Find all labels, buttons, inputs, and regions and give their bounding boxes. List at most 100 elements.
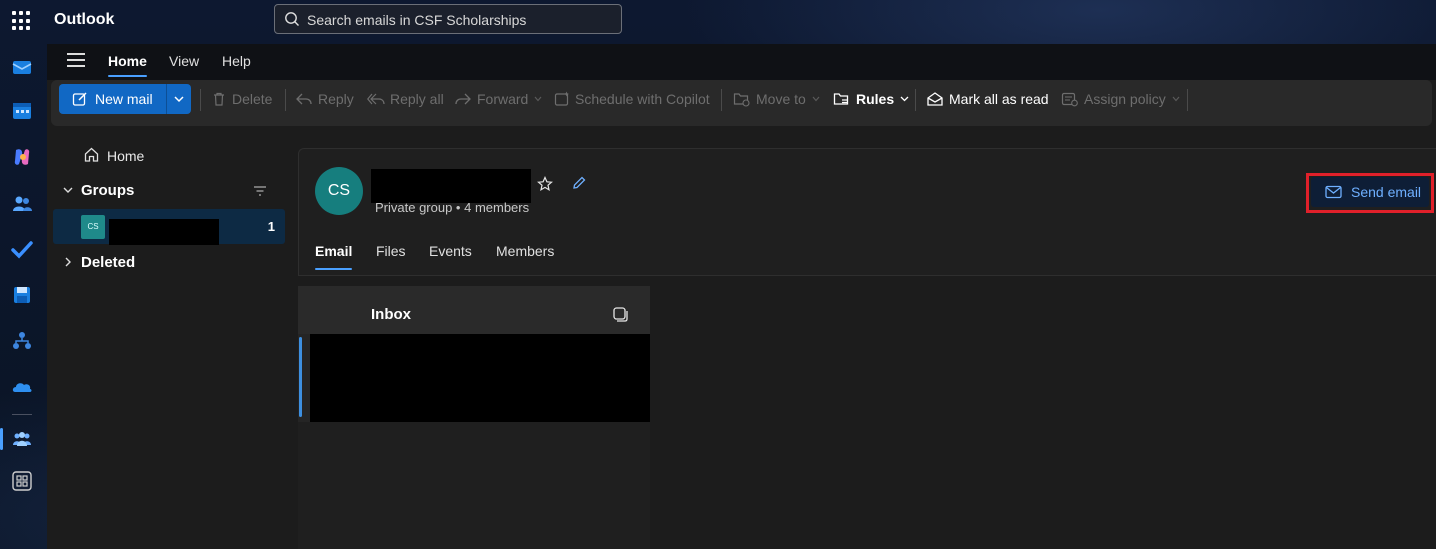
star-icon[interactable] — [537, 176, 553, 192]
selected-indicator — [299, 337, 302, 417]
reply-all-icon — [367, 93, 385, 105]
folder-pane: Home Groups CS 1 Deleted — [47, 130, 289, 549]
hamburger-menu-icon[interactable] — [67, 53, 85, 67]
group-list-item[interactable]: CS 1 — [53, 209, 285, 245]
ribbon-toolbar: New mail Delete Reply Reply all Forward … — [51, 80, 1432, 126]
schedule-copilot-label: Schedule with Copilot — [575, 91, 710, 107]
message-list-pane: Inbox — [298, 286, 650, 549]
new-mail-dropdown[interactable] — [166, 84, 192, 114]
delete-label: Delete — [232, 91, 273, 107]
new-mail-button[interactable]: New mail — [59, 84, 165, 114]
mark-all-read-button[interactable]: Mark all as read — [926, 84, 1049, 114]
new-mail-label: New mail — [95, 91, 153, 107]
group-tab-events[interactable]: Events — [429, 243, 472, 259]
reply-all-button[interactable]: Reply all — [367, 84, 444, 114]
menu-tabs-bar: Home View Help — [47, 44, 1436, 80]
ribbon-separator — [721, 89, 722, 111]
send-email-label: Send email — [1351, 184, 1422, 200]
chevron-down-icon — [900, 96, 909, 102]
reply-all-label: Reply all — [390, 91, 444, 107]
tab-help[interactable]: Help — [222, 53, 251, 69]
unread-count-badge: 1 — [267, 219, 275, 234]
folder-home[interactable]: Home — [107, 148, 144, 164]
search-icon — [285, 12, 299, 26]
app-rail — [0, 42, 44, 549]
copilot-icon[interactable] — [11, 146, 33, 168]
chevron-down-icon — [174, 96, 184, 103]
compose-icon — [72, 92, 87, 106]
rail-separator — [12, 414, 32, 415]
folder-move-icon — [733, 93, 750, 107]
reply-label: Reply — [318, 91, 354, 107]
group-avatar: CS — [81, 215, 105, 239]
trash-icon — [214, 92, 224, 106]
forward-button[interactable]: Forward — [454, 84, 547, 114]
group-header-card: CS Private group • 4 members Email Files… — [298, 148, 1436, 276]
edit-pencil-icon[interactable] — [571, 175, 587, 191]
mail-icon[interactable] — [11, 56, 33, 78]
schedule-copilot-button[interactable]: Schedule with Copilot — [554, 84, 710, 114]
mark-all-read-label: Mark all as read — [949, 91, 1049, 107]
chevron-down-icon — [812, 96, 820, 102]
folder-groups-header[interactable]: Groups — [81, 182, 134, 199]
forward-icon — [455, 93, 471, 105]
ribbon-separator — [1187, 89, 1188, 111]
reply-icon — [296, 93, 312, 105]
move-to-button[interactable]: Move to — [733, 84, 825, 114]
main-shell: Home View Help New mail Delete Reply Rep… — [47, 44, 1436, 549]
app-launcher-icon[interactable] — [12, 11, 32, 31]
delete-button[interactable]: Delete — [211, 84, 272, 114]
groups-icon[interactable] — [11, 428, 33, 450]
message-list-header: Inbox — [298, 286, 650, 334]
group-tab-members[interactable]: Members — [496, 243, 554, 259]
select-mode-icon[interactable] — [612, 306, 628, 322]
ribbon-separator — [285, 89, 286, 111]
new-mail-split-button: New mail — [59, 84, 191, 114]
redacted-message-preview — [310, 334, 650, 422]
group-avatar-large: CS — [315, 167, 363, 215]
chevron-down-icon — [1172, 96, 1180, 102]
app-title: Outlook — [54, 11, 115, 28]
redacted-group-name — [109, 219, 219, 245]
ribbon-separator — [915, 89, 916, 111]
group-tab-files[interactable]: Files — [376, 243, 406, 259]
search-input[interactable]: Search emails in CSF Scholarships — [307, 12, 526, 28]
people-icon[interactable] — [11, 193, 33, 215]
mail-icon — [1325, 185, 1342, 199]
chevron-down-icon — [534, 96, 542, 102]
todo-icon[interactable] — [11, 238, 33, 260]
list-item[interactable] — [298, 334, 650, 422]
tab-home[interactable]: Home — [108, 53, 147, 77]
apps-icon[interactable] — [11, 470, 33, 492]
policy-icon — [1061, 92, 1078, 107]
move-to-label: Move to — [756, 91, 806, 107]
search-box[interactable]: Search emails in CSF Scholarships — [274, 4, 622, 34]
assign-policy-button[interactable]: Assign policy — [1061, 84, 1185, 114]
org-icon[interactable] — [11, 330, 33, 352]
chevron-right-icon[interactable] — [64, 257, 72, 267]
filter-icon[interactable] — [253, 185, 267, 197]
group-subtitle: Private group • 4 members — [375, 200, 530, 215]
chevron-down-icon[interactable] — [63, 186, 73, 194]
tab-view[interactable]: View — [169, 53, 199, 69]
save-icon[interactable] — [11, 284, 33, 306]
onedrive-icon[interactable] — [11, 376, 33, 398]
rules-button[interactable]: Rules — [833, 84, 914, 114]
redacted-group-title — [371, 169, 531, 203]
group-tab-email[interactable]: Email — [315, 243, 353, 270]
calendar-sparkle-icon — [554, 91, 569, 106]
rules-label: Rules — [856, 91, 895, 107]
rail-active-indicator — [0, 428, 3, 450]
message-list-title: Inbox — [371, 306, 411, 323]
ribbon-separator — [200, 89, 201, 111]
rules-folder-icon — [833, 93, 849, 105]
envelope-open-icon — [927, 92, 943, 106]
forward-label: Forward — [477, 91, 529, 107]
top-bar: Outlook Search emails in CSF Scholarship… — [0, 0, 1436, 42]
home-icon — [84, 147, 99, 162]
send-email-button[interactable]: Send email — [1311, 177, 1429, 207]
folder-deleted[interactable]: Deleted — [81, 254, 135, 271]
assign-policy-label: Assign policy — [1084, 91, 1166, 107]
calendar-icon[interactable] — [11, 100, 33, 122]
reply-button[interactable]: Reply — [295, 84, 354, 114]
